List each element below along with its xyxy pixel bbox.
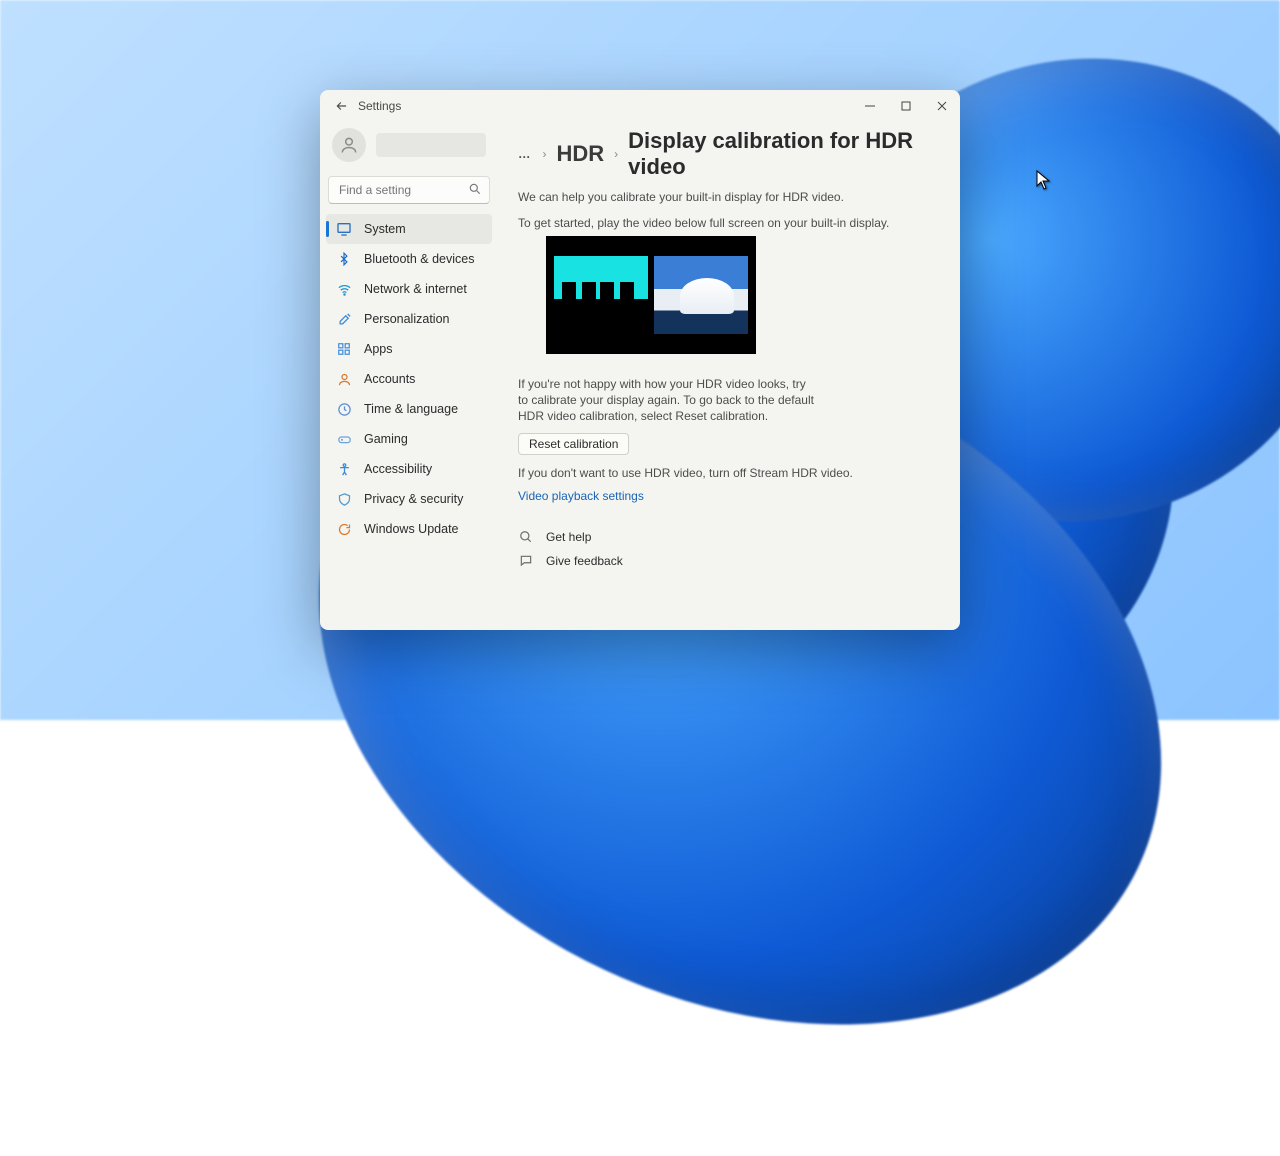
apps-icon: [336, 341, 352, 357]
minimize-button[interactable]: [852, 92, 888, 120]
help-icon: [518, 529, 534, 545]
sidebar-item-apps[interactable]: Apps: [326, 334, 492, 364]
account-name-redacted: [376, 133, 486, 157]
sidebar-item-label: Bluetooth & devices: [364, 252, 475, 266]
settings-window: Settings: [320, 90, 960, 630]
give-feedback-link[interactable]: Give feedback: [518, 553, 936, 569]
sidebar-item-accessibility[interactable]: Accessibility: [326, 454, 492, 484]
accessibility-icon: [336, 461, 352, 477]
sidebar-item-time[interactable]: Time & language: [326, 394, 492, 424]
get-help-label: Get help: [546, 530, 591, 544]
page-title: Display calibration for HDR video: [628, 128, 936, 180]
intro-text: We can help you calibrate your built-in …: [518, 190, 936, 204]
sidebar-item-bluetooth[interactable]: Bluetooth & devices: [326, 244, 492, 274]
update-icon: [336, 521, 352, 537]
sidebar-item-label: Network & internet: [364, 282, 467, 296]
video-thumb-right: [654, 256, 748, 334]
clock-icon: [336, 401, 352, 417]
sidebar-item-label: Time & language: [364, 402, 458, 416]
video-playback-settings-link[interactable]: Video playback settings: [518, 489, 644, 503]
give-feedback-label: Give feedback: [546, 554, 623, 568]
wifi-icon: [336, 281, 352, 297]
chevron-right-icon: ›: [543, 147, 547, 161]
sidebar-item-label: Windows Update: [364, 522, 459, 536]
sidebar-item-label: Personalization: [364, 312, 449, 326]
left-panel: System Bluetooth & devices Network & int…: [320, 122, 498, 630]
get-help-link[interactable]: Get help: [518, 529, 936, 545]
stream-off-text: If you don't want to use HDR video, turn…: [518, 465, 858, 481]
sidebar-item-label: Gaming: [364, 432, 408, 446]
search-field[interactable]: [328, 176, 490, 204]
sidebar-item-accounts[interactable]: Accounts: [326, 364, 492, 394]
brush-icon: [336, 311, 352, 327]
avatar-icon: [332, 128, 366, 162]
search-icon: [468, 182, 482, 201]
window-title: Settings: [358, 99, 401, 113]
back-button[interactable]: [330, 94, 354, 118]
video-thumb-left: [554, 256, 648, 334]
person-icon: [336, 371, 352, 387]
breadcrumb-ellipsis[interactable]: …: [518, 147, 533, 161]
howto-text: To get started, play the video below ful…: [518, 216, 936, 230]
sidebar-item-label: Apps: [364, 342, 393, 356]
search-input[interactable]: [328, 176, 490, 204]
content-panel: … › HDR › Display calibration for HDR vi…: [498, 122, 960, 630]
bluetooth-icon: [336, 251, 352, 267]
sidebar-item-system[interactable]: System: [326, 214, 492, 244]
breadcrumb-hdr[interactable]: HDR: [557, 141, 605, 167]
game-icon: [336, 431, 352, 447]
reset-calibration-button[interactable]: Reset calibration: [518, 433, 629, 455]
calibration-video-preview[interactable]: [546, 236, 756, 354]
maximize-button[interactable]: [888, 92, 924, 120]
account-header[interactable]: [326, 124, 492, 176]
sidebar-item-network[interactable]: Network & internet: [326, 274, 492, 304]
feedback-icon: [518, 553, 534, 569]
sidebar-item-privacy[interactable]: Privacy & security: [326, 484, 492, 514]
advice-text: If you're not happy with how your HDR vi…: [518, 376, 818, 425]
close-button[interactable]: [924, 92, 960, 120]
sidebar-item-label: Accessibility: [364, 462, 432, 476]
sidebar-item-label: Privacy & security: [364, 492, 463, 506]
chevron-right-icon: ›: [614, 147, 618, 161]
cursor-icon: [1036, 170, 1050, 190]
titlebar: Settings: [320, 90, 960, 122]
sidebar-item-personalization[interactable]: Personalization: [326, 304, 492, 334]
system-icon: [336, 221, 352, 237]
sidebar-item-label: Accounts: [364, 372, 415, 386]
sidebar-item-update[interactable]: Windows Update: [326, 514, 492, 544]
breadcrumb: … › HDR › Display calibration for HDR vi…: [518, 128, 936, 180]
sidebar-item-gaming[interactable]: Gaming: [326, 424, 492, 454]
footer-links: Get help Give feedback: [518, 529, 936, 569]
sidebar-nav: System Bluetooth & devices Network & int…: [326, 214, 492, 544]
shield-icon: [336, 491, 352, 507]
sidebar-item-label: System: [364, 222, 406, 236]
